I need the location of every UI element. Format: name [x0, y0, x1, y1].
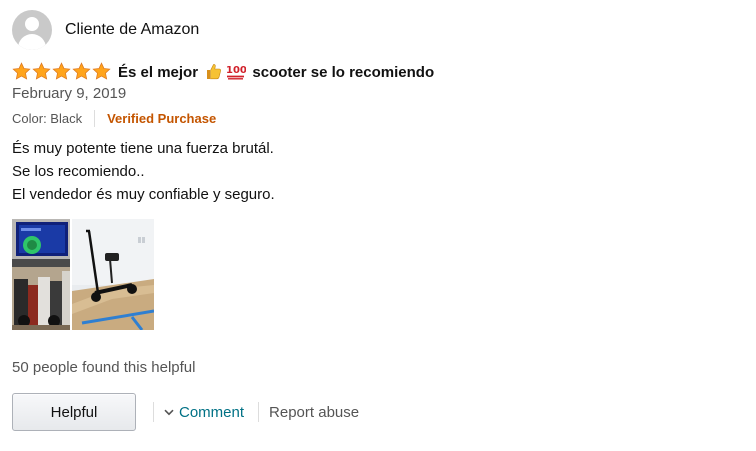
customer-review: Cliente de Amazon És el mejor 100 scoote… [12, 10, 742, 431]
helpful-count: 50 people found this helpful [12, 359, 196, 376]
review-title-text[interactable]: És el mejor [118, 64, 198, 81]
product-variant[interactable]: Color: Black [12, 111, 82, 126]
comment-link[interactable]: Comment [164, 404, 244, 421]
review-body: És muy potente tiene una fuerza brutál. … [12, 137, 742, 206]
verified-purchase-badge: Verified Purchase [107, 110, 217, 126]
review-photo-thumbnail[interactable] [72, 219, 154, 330]
profile-name[interactable]: Cliente de Amazon [65, 21, 199, 39]
star-icon [52, 61, 71, 80]
chevron-down-icon [164, 409, 174, 415]
avatar[interactable] [12, 10, 52, 50]
star-icon [12, 61, 31, 80]
review-title-row: És el mejor 100 scooter se lo recomiendo [12, 59, 742, 83]
svg-text:100: 100 [226, 65, 246, 76]
star-icon [72, 61, 91, 80]
report-abuse-link[interactable]: Report abuse [269, 404, 359, 421]
review-title[interactable]: És el mejor 100 scooter se lo recomiendo [118, 62, 434, 81]
review-meta: Color: Black Verified Purchase [12, 107, 742, 129]
helpful-button[interactable]: Helpful [12, 393, 136, 431]
comment-link-label[interactable]: Comment [179, 404, 244, 421]
review-photos [12, 219, 742, 330]
action-divider [153, 402, 154, 422]
thumbs-up-icon [207, 63, 222, 79]
review-title-text-2[interactable]: scooter se lo recomiendo [252, 64, 434, 81]
hundred-points-icon: 100 [226, 65, 246, 79]
reviewer-profile[interactable]: Cliente de Amazon [12, 10, 742, 50]
review-body-line: És muy potente tiene una fuerza brutál. [12, 140, 274, 157]
review-body-line: El vendedor és muy confiable y seguro. [12, 186, 275, 203]
star-icon [32, 61, 51, 80]
star-icon [92, 61, 111, 80]
review-date: February 9, 2019 [12, 85, 127, 102]
review-body-line: Se los recomiendo.. [12, 163, 145, 180]
action-divider [258, 402, 260, 422]
meta-divider [94, 109, 96, 127]
review-actions: Helpful Comment Report abuse [12, 393, 742, 431]
review-photo-thumbnail[interactable] [12, 219, 70, 330]
star-rating [12, 61, 111, 81]
